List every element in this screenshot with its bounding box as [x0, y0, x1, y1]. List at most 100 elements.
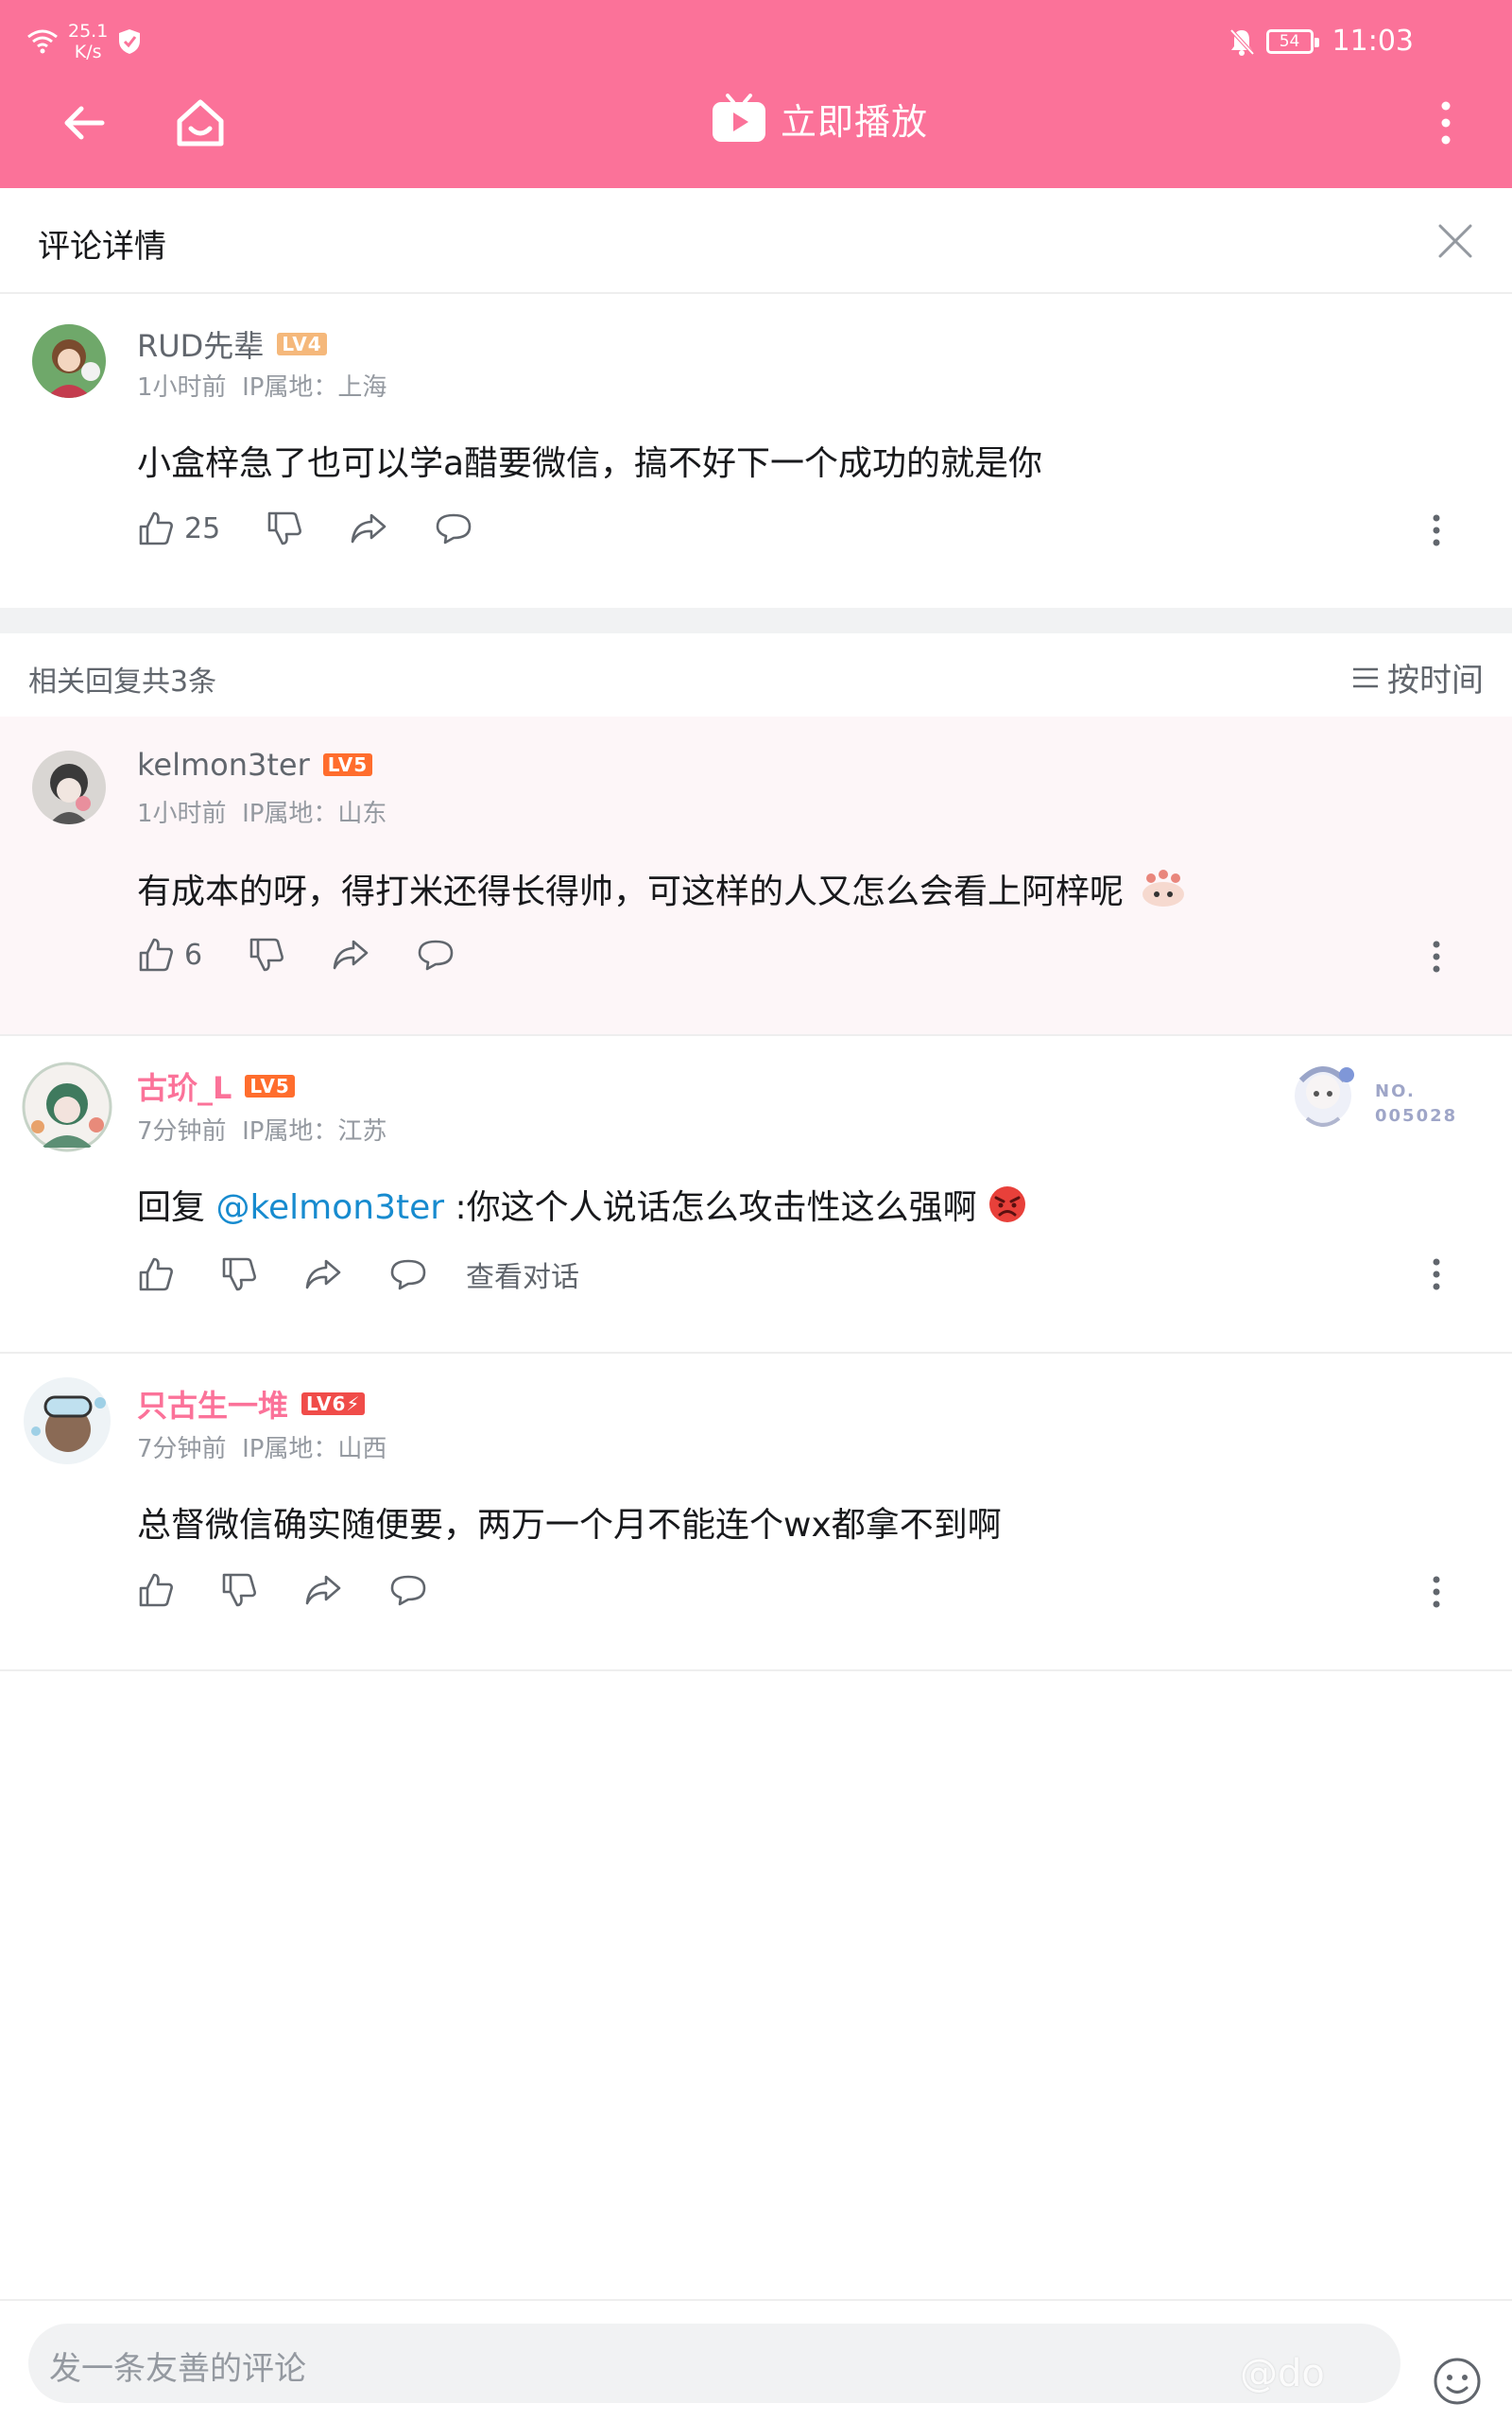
reply-count-label: 相关回复共3条 [28, 666, 217, 699]
dislike-button[interactable] [220, 1571, 258, 1609]
share-icon [333, 940, 369, 970]
clock: 11:03 [1332, 25, 1414, 58]
like-button[interactable] [137, 1571, 175, 1609]
comment-actions: 查看对话 [137, 1253, 579, 1295]
close-icon[interactable] [1436, 222, 1474, 260]
comment-actions: 25 [137, 510, 519, 547]
username-row: kelmon3ter LV5 [137, 747, 373, 783]
comment-more-icon[interactable] [1425, 1573, 1448, 1611]
like-button[interactable]: 6 [137, 936, 202, 974]
home-icon[interactable] [172, 95, 229, 151]
comment-time: 1小时前 [137, 373, 227, 402]
like-count: 6 [184, 938, 203, 972]
thumb-up-icon [139, 1257, 173, 1291]
thumb-up-icon [139, 511, 173, 545]
view-conversation-link[interactable]: 查看对话 [466, 1253, 579, 1295]
avatar[interactable] [32, 751, 106, 824]
angry-emoji-icon [989, 1186, 1026, 1222]
like-button[interactable]: 25 [137, 510, 220, 547]
share-button[interactable] [331, 936, 370, 974]
fan-badge-number: NO. 005028 [1375, 1081, 1458, 1126]
reply-item: kelmon3ter LV5 1小时前 IP属地：山东 有成本的呀，得打米还得长… [0, 717, 1512, 1034]
reply-button[interactable] [388, 1571, 428, 1609]
comment-meta: 1小时前 IP属地：山东 [137, 794, 387, 829]
play-now-button[interactable]: 立即播放 [711, 93, 928, 145]
share-button[interactable] [303, 1255, 343, 1293]
reply-button[interactable] [434, 510, 473, 547]
username-row: 只古生一堆 LV6⚡ [137, 1382, 366, 1426]
app-top-bar: 25.1 K/s 54 11:03 立即播放 [0, 0, 1512, 188]
thumb-down-icon [249, 938, 284, 972]
list-sort-icon [1353, 667, 1378, 687]
emoji-icon[interactable] [1432, 2356, 1483, 2407]
like-button[interactable] [137, 1255, 175, 1293]
main-comment: RUD先辈 LV4 1小时前 IP属地：上海 小盒梓急了也可以学a醋要微信，搞不… [0, 294, 1512, 608]
comment-text-row: 回复 @kelmon3ter :你这个人说话怎么攻击性这么强啊 [137, 1180, 1027, 1229]
comment-actions [137, 1571, 473, 1609]
reply-item: 只古生一堆 LV6⚡ 7分钟前 IP属地：山西 总督微信确实随便要，两万一个月不… [0, 1354, 1512, 1669]
sort-by-time-button[interactable]: 按时间 [1351, 654, 1484, 700]
level-badge: LV6⚡ [301, 1392, 366, 1415]
avatar[interactable] [21, 1061, 113, 1153]
like-count: 25 [184, 511, 221, 545]
thumb-up-icon [139, 938, 173, 972]
comment-meta: 1小时前 IP属地：上海 [137, 368, 387, 403]
watermark: @do [1240, 2352, 1325, 2395]
back-arrow-icon[interactable] [59, 95, 115, 151]
comment-time: 1小时前 [137, 800, 227, 828]
share-icon [305, 1575, 341, 1605]
share-button[interactable] [303, 1571, 343, 1609]
comment-meta: 7分钟前 IP属地：山西 [137, 1429, 387, 1464]
ip-location: IP属地：上海 [242, 373, 387, 402]
level-badge: LV5 [245, 1075, 295, 1098]
comment-detail-header: 评论详情 [0, 188, 1512, 294]
mute-bell-icon [1229, 28, 1255, 56]
reply-button[interactable] [416, 936, 455, 974]
sort-label: 按时间 [1387, 662, 1484, 700]
dislike-button[interactable] [248, 936, 285, 974]
wifi-icon [27, 29, 58, 54]
thumb-down-icon [222, 1573, 256, 1607]
comment-more-icon[interactable] [1425, 511, 1448, 549]
level-badge: LV4 [277, 333, 327, 355]
status-bar-left: 25.1 K/s [26, 21, 142, 62]
comment-actions: 6 [137, 936, 501, 974]
username[interactable]: 古玠_L [137, 1064, 232, 1108]
page-title: 评论详情 [38, 228, 166, 266]
fan-badge-image [1295, 1066, 1354, 1127]
avatar[interactable] [32, 324, 106, 398]
ip-location: IP属地：山东 [242, 800, 387, 828]
comment-input[interactable]: 发一条友善的评论 [28, 2324, 1400, 2403]
comment-text: 有成本的呀，得打米还得长得帅，可这样的人又怎么会看上阿梓呢 [137, 873, 1125, 911]
dislike-button[interactable] [220, 1255, 258, 1293]
tv-play-icon [713, 93, 765, 142]
network-speed: 25.1 K/s [68, 21, 109, 62]
reply-button[interactable] [388, 1255, 428, 1293]
username[interactable]: RUD先辈 [137, 322, 264, 366]
comment-text: 小盒梓急了也可以学a醋要微信，搞不好下一个成功的就是你 [137, 444, 1043, 483]
divider [0, 1669, 1512, 1671]
shield-check-icon [119, 29, 141, 54]
comment-time: 7分钟前 [137, 1435, 227, 1463]
thumb-down-icon [222, 1257, 256, 1291]
comment-input-placeholder: 发一条友善的评论 [49, 2350, 306, 2388]
more-vertical-icon[interactable] [1427, 95, 1465, 151]
avatar[interactable] [21, 1374, 113, 1467]
username[interactable]: kelmon3ter [137, 747, 310, 783]
mention-link[interactable]: @kelmon3ter [215, 1188, 444, 1227]
reply-prefix: 回复 [137, 1188, 216, 1227]
comment-more-icon[interactable] [1425, 938, 1448, 976]
section-divider [0, 608, 1512, 633]
replies-header: 相关回复共3条 按时间 [0, 633, 1512, 717]
share-button[interactable] [349, 510, 388, 547]
thumb-down-icon [267, 511, 302, 545]
share-icon [351, 513, 387, 544]
level-badge: LV5 [322, 753, 373, 776]
dislike-button[interactable] [266, 510, 303, 547]
comment-text: :你这个人说话怎么攻击性这么强啊 [444, 1188, 977, 1227]
ip-location: IP属地：江苏 [242, 1117, 387, 1146]
comment-more-icon[interactable] [1425, 1255, 1448, 1293]
ip-location: IP属地：山西 [242, 1435, 387, 1463]
username[interactable]: 只古生一堆 [137, 1382, 288, 1426]
chat-bubble-icon [418, 940, 454, 971]
